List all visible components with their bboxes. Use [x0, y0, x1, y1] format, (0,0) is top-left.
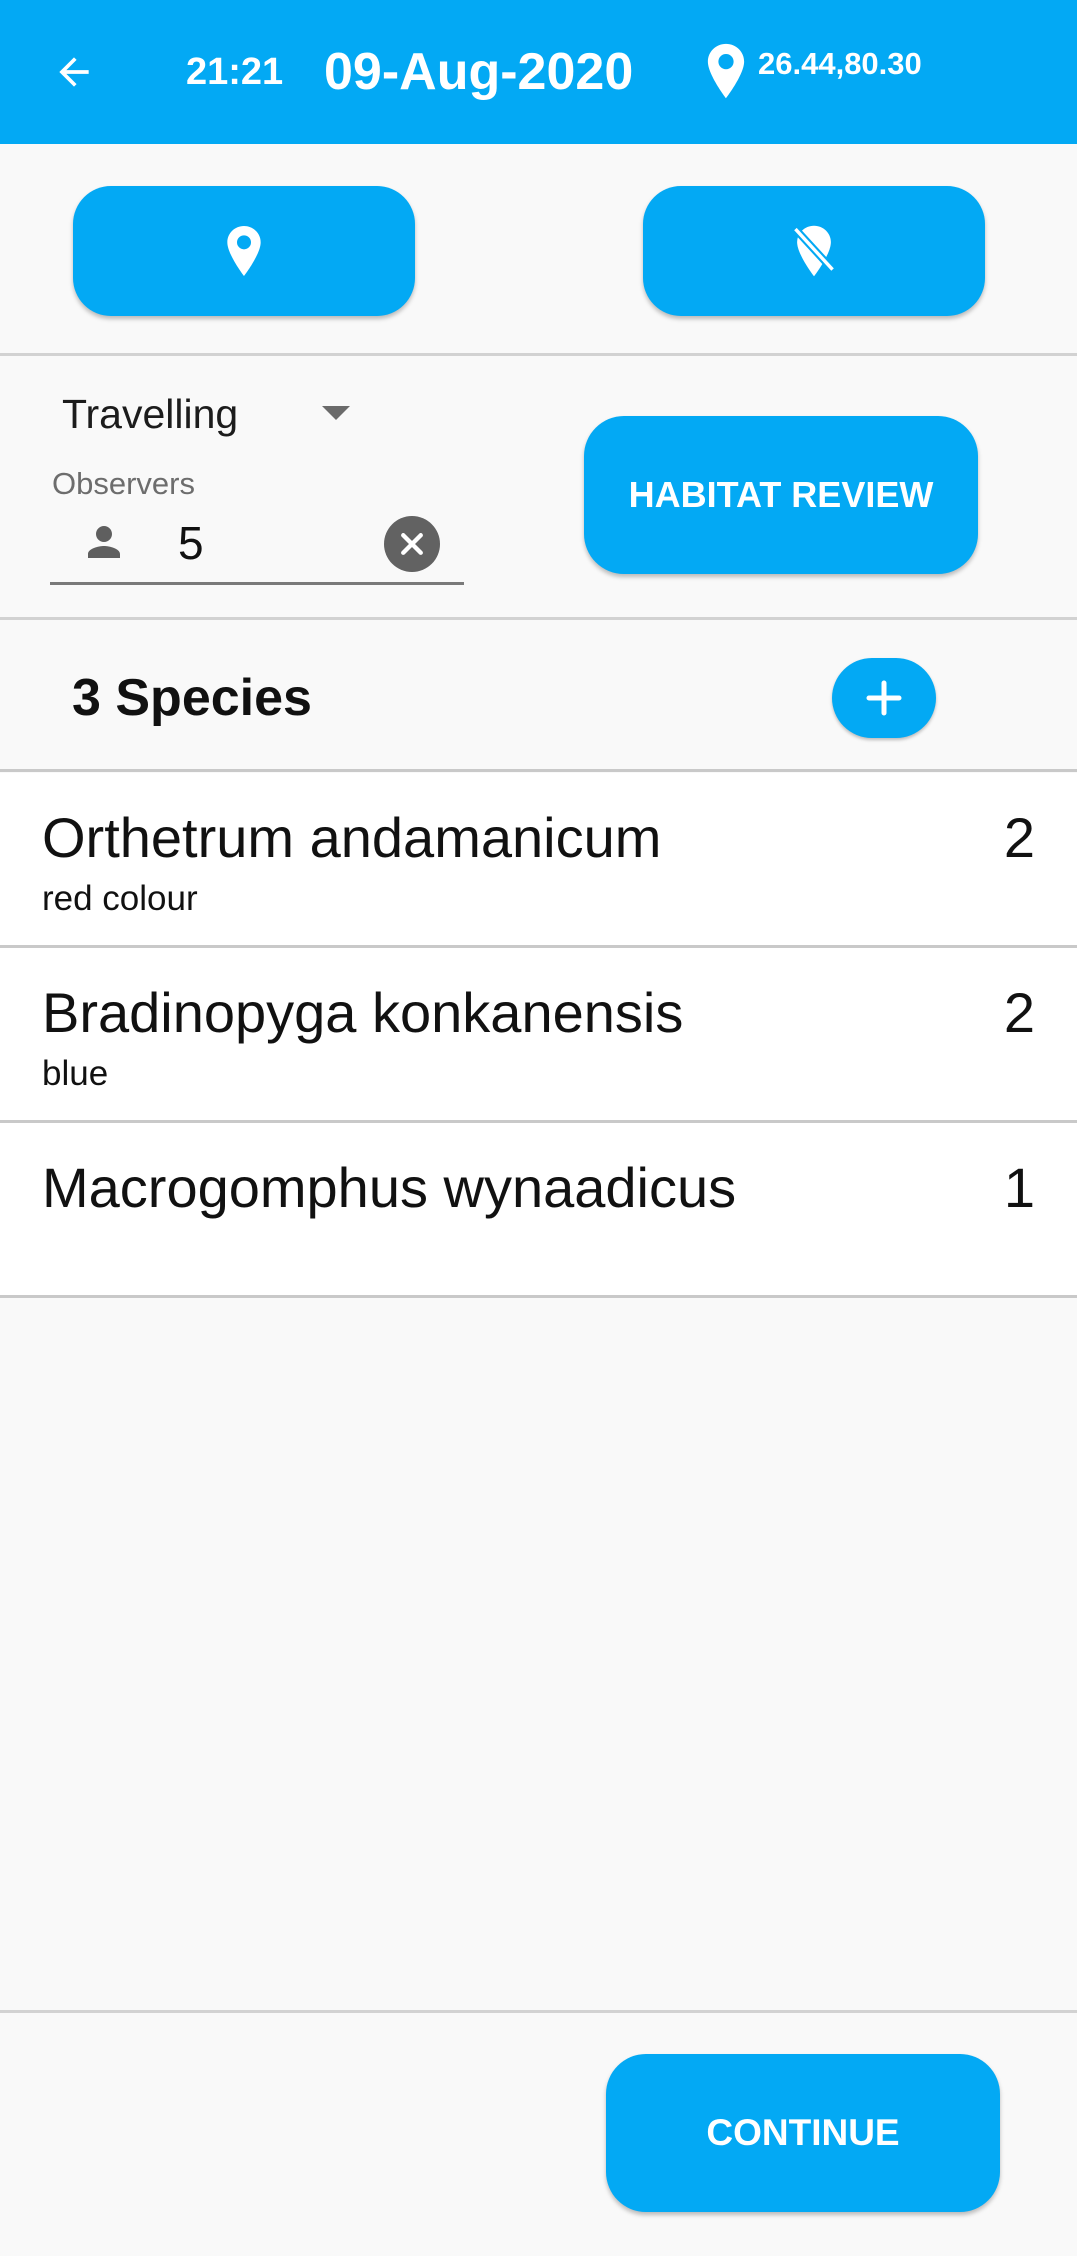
species-note: red colour [42, 879, 198, 918]
habitat-review-button[interactable]: HABITAT REVIEW [584, 416, 978, 574]
list-item[interactable]: Bradinopyga konkanensis blue 2 [0, 948, 1077, 1123]
arrow-left-icon [59, 57, 89, 87]
map-pin-icon [707, 43, 745, 99]
species-note: blue [42, 1054, 109, 1093]
divider [0, 353, 1077, 356]
continue-button[interactable]: CONTINUE [606, 2054, 1000, 2212]
plus-icon [866, 680, 902, 716]
back-button[interactable] [44, 44, 104, 100]
divider [0, 617, 1077, 620]
clear-observers-button[interactable] [384, 516, 440, 572]
header-date: 09-Aug-2020 [324, 43, 634, 101]
species-name: Orthetrum andamanicum [42, 806, 662, 869]
person-icon [88, 526, 120, 558]
observers-underline [50, 582, 464, 585]
species-count-value: 2 [1003, 981, 1035, 1044]
species-name: Macrogomphus wynaadicus [42, 1156, 737, 1219]
mode-select[interactable]: Travelling [62, 386, 238, 442]
set-location-button[interactable] [73, 186, 415, 316]
app-header: 21:21 09-Aug-2020 26.44,80.30 [0, 0, 1077, 144]
species-count: 3 Species [72, 669, 312, 727]
map-pin-off-icon [792, 225, 836, 277]
observers-label: Observers [52, 466, 195, 501]
dropdown-caret-icon[interactable] [322, 406, 350, 420]
species-count-value: 1 [1003, 1156, 1035, 1219]
species-name: Bradinopyga konkanensis [42, 981, 684, 1044]
map-pin-icon [227, 226, 261, 276]
clear-location-button[interactable] [643, 186, 985, 316]
close-icon [401, 533, 423, 555]
observers-input[interactable]: 5 [178, 514, 204, 572]
species-count-value: 2 [1003, 806, 1035, 869]
add-species-button[interactable] [832, 658, 936, 738]
divider [0, 769, 1077, 772]
species-list: Orthetrum andamanicum red colour 2 Bradi… [0, 773, 1077, 1298]
header-coordinates: 26.44,80.30 [758, 46, 922, 81]
divider [0, 2010, 1077, 2013]
header-time: 21:21 [186, 51, 284, 93]
list-item[interactable]: Macrogomphus wynaadicus 1 [0, 1123, 1077, 1298]
list-item[interactable]: Orthetrum andamanicum red colour 2 [0, 773, 1077, 948]
